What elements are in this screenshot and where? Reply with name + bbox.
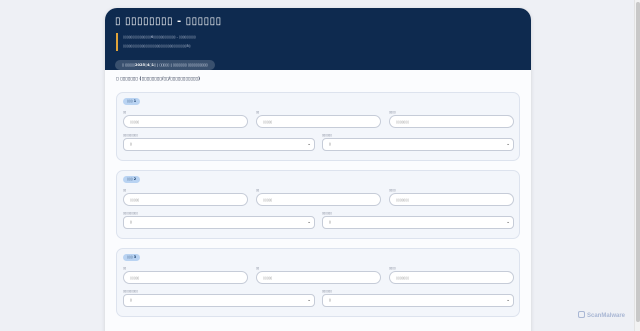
chevron-down-icon: ⌄ (307, 142, 311, 147)
select2-label: ▯▯▯▯▯▯ (322, 133, 332, 137)
name-input[interactable] (123, 115, 248, 128)
field1-label: ▯▯ (123, 188, 127, 192)
select1-dropdown[interactable]: ▯ ⌄ (123, 216, 315, 229)
watermark-logo: ScanMalware (578, 311, 625, 321)
select1-label: ▯▯▯▯▯▯▯▯▯ (123, 211, 138, 215)
deadline-date: 2025▯4▯1▯ (135, 63, 156, 67)
role-input[interactable] (256, 193, 381, 206)
field3-label: ▯▯▯▯ (389, 188, 396, 192)
select2-value: ▯ (329, 220, 331, 224)
select2-label: ▯▯▯▯▯▯ (322, 211, 332, 215)
contact-input[interactable] (389, 193, 514, 206)
page-title: ▯ ▯▯▯▯▯▯▯▯ - ▯▯▯▯▯▯ (115, 16, 222, 27)
field3-label: ▯▯▯▯ (389, 110, 396, 114)
select1-dropdown[interactable]: ▯ ⌄ (123, 294, 315, 307)
select1-dropdown[interactable]: ▯ ⌄ (123, 138, 315, 151)
member-card-3: ▯▯▯ 3 ▯▯ ▯▯ ▯▯▯▯ ▯▯▯▯▯▯▯▯▯ ▯ ⌄ ▯▯▯▯▯▯ ▯ … (116, 248, 520, 317)
deadline-prefix: ▯ ▯▯▯▯▯ (122, 63, 136, 67)
deadline-badge: ▯ ▯▯▯▯▯2025▯4▯1▯ | ▯▯▯▯▯ | ▯▯▯▯▯▯▯ ▯▯▯▯▯… (115, 60, 215, 70)
field2-label: ▯▯ (256, 266, 260, 270)
select1-label: ▯▯▯▯▯▯▯▯▯ (123, 289, 138, 293)
member-badge: ▯▯▯ 1 (123, 98, 141, 105)
contact-input[interactable] (389, 115, 514, 128)
role-input[interactable] (256, 115, 381, 128)
select1-value: ▯ (130, 142, 132, 146)
scan-icon (578, 311, 585, 318)
select2-dropdown[interactable]: ▯ ⌄ (322, 138, 514, 151)
deadline-suffix: | ▯▯▯▯▯ | ▯▯▯▯▯▯▯ ▯▯▯▯▯▯▯▯▯▯ (157, 63, 208, 67)
name-input[interactable] (123, 193, 248, 206)
field1-label: ▯▯ (123, 110, 127, 114)
field2-label: ▯▯ (256, 188, 260, 192)
watermark-text: ScanMalware (587, 313, 626, 319)
field2-label: ▯▯ (256, 110, 260, 114)
page-scrollbar[interactable] (634, 0, 640, 331)
select2-dropdown[interactable]: ▯ ⌄ (322, 216, 514, 229)
chevron-down-icon: ⌄ (506, 142, 510, 147)
field3-label: ▯▯▯▯ (389, 266, 396, 270)
member-card-2: ▯▯▯ 2 ▯▯ ▯▯ ▯▯▯▯ ▯▯▯▯▯▯▯▯▯ ▯ ⌄ ▯▯▯▯▯▯ ▯ … (116, 170, 520, 239)
member-badge: ▯▯▯ 3 (123, 254, 141, 261)
notice-line: ▯▯▯▯▯▯▯▯▯▯▯▯▯▯▯6▯▯▯▯▯▯▯▯▯▯▯▯ - ▯▯▯▯▯▯▯▯▯ (123, 35, 196, 39)
member-badge: ▯▯▯ 2 (123, 176, 141, 183)
select1-value: ▯ (130, 298, 132, 302)
select2-value: ▯ (329, 142, 331, 146)
chevron-down-icon: ⌄ (307, 298, 311, 303)
select1-value: ▯ (130, 220, 132, 224)
contact-input[interactable] (389, 271, 514, 284)
notice-block: ▯▯▯▯▯▯▯▯▯▯▯▯▯▯▯6▯▯▯▯▯▯▯▯▯▯▯▯ - ▯▯▯▯▯▯▯▯▯… (116, 33, 521, 51)
select2-dropdown[interactable]: ▯ ⌄ (322, 294, 514, 307)
select1-label: ▯▯▯▯▯▯▯▯▯ (123, 133, 138, 137)
role-input[interactable] (256, 271, 381, 284)
section-title: ▯ ▯▯▯▯▯▯▯ (▯▯▯▯▯▯▯▯/▯▯/▯▯▯▯▯▯▯▯▯▯▯) (116, 77, 201, 82)
member-card-1: ▯▯▯ 1 ▯▯ ▯▯ ▯▯▯▯ ▯▯▯▯▯▯▯▯▯ ▯ ⌄ ▯▯▯▯▯▯ ▯ … (116, 92, 520, 161)
form-header: ▯ ▯▯▯▯▯▯▯▯ - ▯▯▯▯▯▯ ▯▯▯▯▯▯▯▯▯▯▯▯▯▯▯6▯▯▯▯… (105, 8, 531, 70)
notice-line: ▯▯▯▯▯▯▯▯▯▯▯▯▯▯▯▯▯▯▯▯▯▯▯▯▯▯▯▯▯▯▯▯▯▯5▯ (123, 44, 191, 48)
select2-value: ▯ (329, 298, 331, 302)
chevron-down-icon: ⌄ (506, 220, 510, 225)
field1-label: ▯▯ (123, 266, 127, 270)
select2-label: ▯▯▯▯▯▯ (322, 289, 332, 293)
form-card: ▯ ▯▯▯▯▯▯▯▯ - ▯▯▯▯▯▯ ▯▯▯▯▯▯▯▯▯▯▯▯▯▯▯6▯▯▯▯… (105, 8, 531, 331)
chevron-down-icon: ⌄ (506, 298, 510, 303)
name-input[interactable] (123, 271, 248, 284)
chevron-down-icon: ⌄ (307, 220, 311, 225)
scrollbar-thumb[interactable] (636, 2, 640, 322)
